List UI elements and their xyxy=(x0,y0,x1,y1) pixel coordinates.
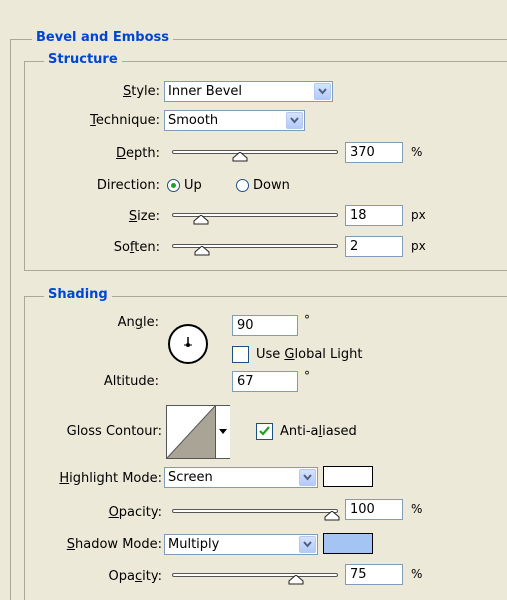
shading-group-border-left xyxy=(24,296,25,600)
gloss-contour-picker[interactable] xyxy=(166,405,230,459)
soften-input[interactable]: 2 xyxy=(345,236,403,257)
radio-selected-dot xyxy=(171,183,176,188)
style-label: Style: xyxy=(122,84,160,99)
highlight-opacity-unit: % xyxy=(411,502,423,516)
technique-value: Smooth xyxy=(168,113,219,128)
angle-input[interactable]: 90 xyxy=(232,315,298,336)
direction-up-label: Up xyxy=(184,178,202,193)
gloss-contour-dropdown-button[interactable] xyxy=(215,406,230,458)
depth-unit: % xyxy=(411,145,423,159)
size-unit: px xyxy=(411,208,426,222)
highlight-mode-select[interactable]: Screen xyxy=(164,467,318,488)
style-dropdown-button[interactable] xyxy=(314,83,331,100)
style-value: Inner Bevel xyxy=(168,84,243,99)
highlight-color-swatch[interactable] xyxy=(323,466,373,487)
angle-unit: ° xyxy=(304,313,310,327)
shadow-mode-dropdown-button[interactable] xyxy=(299,536,316,553)
highlight-opacity-slider-track[interactable] xyxy=(172,509,338,513)
triangle-down-icon xyxy=(219,429,227,434)
highlight-opacity-slider-thumb[interactable] xyxy=(324,511,340,521)
anti-aliased-label: Anti-aliased xyxy=(280,424,357,439)
structure-title: Structure xyxy=(44,52,122,67)
direction-down-label: Down xyxy=(253,178,290,193)
direction-up-radio[interactable] xyxy=(167,179,180,192)
size-input[interactable]: 18 xyxy=(345,205,403,226)
shadow-mode-select[interactable]: Multiply xyxy=(164,534,318,555)
soften-slider-thumb[interactable] xyxy=(194,246,210,256)
technique-dropdown-button[interactable] xyxy=(286,112,303,129)
anti-aliased-checkbox[interactable] xyxy=(256,423,273,440)
highlight-mode-value: Screen xyxy=(168,470,213,485)
shadow-color-swatch[interactable] xyxy=(323,533,373,554)
bevel-group-border-left xyxy=(10,39,11,600)
depth-slider-thumb[interactable] xyxy=(232,152,248,162)
depth-input[interactable]: 370 xyxy=(345,142,403,163)
angle-label: Angle: xyxy=(117,315,159,330)
soften-label: Soften: xyxy=(113,240,160,255)
chevron-down-icon xyxy=(290,117,299,124)
use-global-light-checkbox[interactable] xyxy=(232,346,249,363)
use-global-light-label: Use Global Light xyxy=(256,347,363,362)
technique-label: Technique: xyxy=(90,113,160,128)
altitude-input[interactable]: 67 xyxy=(232,371,298,392)
shadow-mode-label: Shadow Mode: xyxy=(66,537,162,552)
highlight-mode-dropdown-button[interactable] xyxy=(299,469,316,486)
size-slider-thumb[interactable] xyxy=(193,215,209,225)
highlight-opacity-label: Opacity: xyxy=(108,505,162,520)
bevel-emboss-title: Bevel and Emboss xyxy=(32,30,173,45)
gloss-contour-label: Gloss Contour: xyxy=(66,424,162,439)
contour-linear-icon xyxy=(167,406,215,458)
shadow-opacity-unit: % xyxy=(411,567,423,581)
soften-unit: px xyxy=(411,239,426,253)
shading-title: Shading xyxy=(44,287,112,302)
shadow-opacity-slider-thumb[interactable] xyxy=(288,575,304,585)
checkmark-icon xyxy=(259,426,270,436)
chevron-down-icon xyxy=(303,474,312,481)
altitude-unit: ° xyxy=(304,369,310,383)
technique-select[interactable]: Smooth xyxy=(164,110,305,131)
direction-down-radio[interactable] xyxy=(236,179,249,192)
chevron-down-icon xyxy=(303,541,312,548)
structure-group-border-left xyxy=(24,61,25,270)
shadow-opacity-input[interactable]: 75 xyxy=(345,564,403,585)
chevron-down-icon xyxy=(318,88,327,95)
depth-slider-track[interactable] xyxy=(172,150,338,154)
style-select[interactable]: Inner Bevel xyxy=(164,81,333,102)
structure-group-border-bottom xyxy=(24,270,507,271)
altitude-label: Altitude: xyxy=(103,374,159,389)
highlight-mode-label: Highlight Mode: xyxy=(59,471,162,486)
shadow-opacity-slider-track[interactable] xyxy=(172,573,338,577)
shadow-mode-value: Multiply xyxy=(168,537,220,552)
direction-label: Direction: xyxy=(96,178,160,193)
shadow-opacity-label: Opacity: xyxy=(108,569,162,584)
angle-dial[interactable] xyxy=(167,323,209,365)
depth-label: Depth: xyxy=(116,146,160,161)
size-label: Size: xyxy=(128,209,160,224)
highlight-opacity-input[interactable]: 100 xyxy=(345,499,403,520)
